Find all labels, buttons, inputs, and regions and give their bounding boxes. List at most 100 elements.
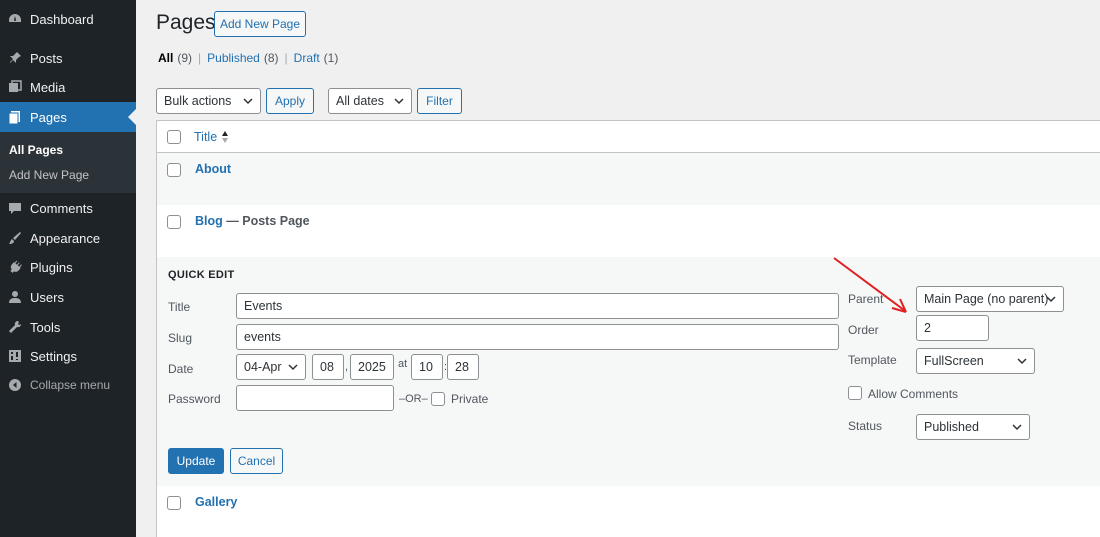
sort-icon[interactable] bbox=[221, 130, 229, 144]
annotation-arrow-icon bbox=[833, 257, 907, 313]
chevron-down-icon bbox=[394, 98, 404, 105]
month-select[interactable]: 04-Apr bbox=[236, 354, 306, 380]
order-label: Order bbox=[848, 323, 879, 337]
sidebar-item-comments[interactable]: Comments bbox=[0, 193, 136, 223]
filter-draft-count: (1) bbox=[323, 51, 339, 65]
month-value: 04-Apr bbox=[244, 360, 282, 374]
row-checkbox[interactable] bbox=[167, 215, 181, 229]
sidebar-item-label: Users bbox=[30, 289, 64, 305]
collapse-menu-button[interactable]: Collapse menu bbox=[0, 370, 136, 400]
admin-sidebar: Dashboard Posts Media Pages All Pages Ad… bbox=[0, 0, 136, 537]
filter-draft[interactable]: Draft bbox=[294, 51, 320, 65]
row-checkbox[interactable] bbox=[167, 163, 181, 177]
filter-published-count: (8) bbox=[263, 51, 279, 65]
status-filters: All (9) | Published (8) | Draft (1) bbox=[158, 51, 338, 65]
sidebar-item-label: Pages bbox=[30, 109, 67, 125]
filter-button[interactable]: Filter bbox=[417, 88, 462, 114]
sidebar-item-media[interactable]: Media bbox=[0, 72, 136, 102]
pin-icon bbox=[8, 51, 22, 65]
sidebar-item-pages[interactable]: Pages bbox=[0, 102, 136, 132]
sidebar-item-label: Plugins bbox=[30, 259, 73, 275]
chevron-down-icon bbox=[1017, 358, 1027, 365]
collapse-label: Collapse menu bbox=[30, 378, 111, 392]
user-icon bbox=[8, 290, 22, 304]
page-title: Pages bbox=[156, 11, 216, 34]
cancel-button[interactable]: Cancel bbox=[230, 448, 283, 474]
template-label: Template bbox=[848, 353, 897, 367]
minute-field[interactable]: 28 bbox=[447, 354, 479, 380]
wrench-icon bbox=[8, 320, 22, 334]
table-row: About bbox=[157, 153, 1100, 205]
chevron-down-icon bbox=[288, 364, 298, 371]
submenu-all-pages[interactable]: All Pages bbox=[9, 143, 63, 157]
sidebar-item-label: Tools bbox=[30, 319, 61, 335]
row-title-link[interactable]: Blog bbox=[195, 214, 223, 228]
hour-field[interactable]: 10 bbox=[411, 354, 443, 380]
allow-comments-label: Allow Comments bbox=[868, 387, 959, 401]
table-row: Blog — Posts Page bbox=[157, 205, 1100, 257]
filter-published[interactable]: Published bbox=[207, 51, 260, 65]
allow-comments-checkbox[interactable] bbox=[848, 386, 862, 400]
row-post-state: — Posts Page bbox=[222, 214, 310, 228]
template-select[interactable]: FullScreen bbox=[916, 348, 1035, 374]
status-label: Status bbox=[848, 419, 883, 433]
chevron-down-icon bbox=[1012, 424, 1022, 431]
update-button[interactable]: Update bbox=[168, 448, 224, 474]
settings-icon bbox=[8, 349, 22, 363]
collapse-icon bbox=[8, 378, 22, 392]
filter-all-count: (9) bbox=[177, 51, 193, 65]
media-icon bbox=[8, 80, 22, 94]
private-checkbox[interactable] bbox=[431, 392, 445, 406]
sidebar-item-label: Media bbox=[30, 79, 66, 95]
title-field[interactable]: Events bbox=[236, 293, 839, 319]
table-row: Gallery bbox=[157, 486, 1100, 537]
order-field[interactable]: 2 bbox=[916, 315, 989, 341]
password-field[interactable] bbox=[236, 385, 394, 411]
status-select[interactable]: Published bbox=[916, 414, 1030, 440]
row-checkbox[interactable] bbox=[167, 496, 181, 510]
dates-select[interactable]: All dates bbox=[328, 88, 412, 114]
sidebar-item-tools[interactable]: Tools bbox=[0, 312, 136, 342]
sidebar-item-label: Comments bbox=[30, 200, 93, 216]
row-title-link[interactable]: Gallery bbox=[195, 495, 237, 509]
submenu-add-new-page[interactable]: Add New Page bbox=[9, 168, 89, 182]
date-label: Date bbox=[168, 362, 194, 376]
filter-separator: | bbox=[198, 51, 202, 65]
chevron-down-icon bbox=[243, 98, 253, 105]
password-label: Password bbox=[168, 392, 221, 406]
sidebar-item-users[interactable]: Users bbox=[0, 282, 136, 312]
year-field[interactable]: 2025 bbox=[350, 354, 394, 380]
date-comma: , bbox=[345, 361, 349, 373]
bulk-actions-select[interactable]: Bulk actions bbox=[156, 88, 261, 114]
add-new-page-button[interactable]: Add New Page bbox=[214, 11, 306, 37]
row-title-link[interactable]: About bbox=[195, 162, 231, 176]
dashboard-icon bbox=[8, 12, 22, 26]
pages-icon bbox=[8, 110, 22, 124]
sidebar-item-label: Posts bbox=[30, 50, 63, 66]
sidebar-item-dashboard[interactable]: Dashboard bbox=[0, 4, 136, 34]
pages-table: Title About Blog — Posts Page QUICK EDIT… bbox=[156, 120, 1100, 537]
apply-button[interactable]: Apply bbox=[266, 88, 314, 114]
sidebar-item-settings[interactable]: Settings bbox=[0, 341, 136, 371]
template-value: FullScreen bbox=[924, 354, 984, 368]
sidebar-item-label: Dashboard bbox=[30, 11, 94, 27]
or-separator: –OR– bbox=[399, 393, 428, 405]
brush-icon bbox=[8, 231, 22, 245]
sidebar-item-appearance[interactable]: Appearance bbox=[0, 223, 136, 253]
parent-select[interactable]: Main Page (no parent) bbox=[916, 286, 1064, 312]
sidebar-item-plugins[interactable]: Plugins bbox=[0, 252, 136, 282]
filter-all[interactable]: All bbox=[158, 51, 173, 65]
sidebar-item-posts[interactable]: Posts bbox=[0, 43, 136, 73]
table-header: Title bbox=[157, 121, 1100, 153]
quick-edit-panel: QUICK EDIT Title Events Slug events Date… bbox=[157, 257, 1100, 486]
at-label: at bbox=[398, 358, 408, 370]
plug-icon bbox=[8, 260, 22, 274]
slug-field[interactable]: events bbox=[236, 324, 839, 350]
select-all-checkbox[interactable] bbox=[167, 130, 181, 144]
parent-value: Main Page (no parent) bbox=[924, 292, 1049, 306]
slug-label: Slug bbox=[168, 331, 193, 345]
sidebar-item-label: Settings bbox=[30, 348, 77, 364]
current-indicator bbox=[128, 109, 136, 125]
day-field[interactable]: 08 bbox=[312, 354, 344, 380]
column-title[interactable]: Title bbox=[194, 130, 217, 144]
